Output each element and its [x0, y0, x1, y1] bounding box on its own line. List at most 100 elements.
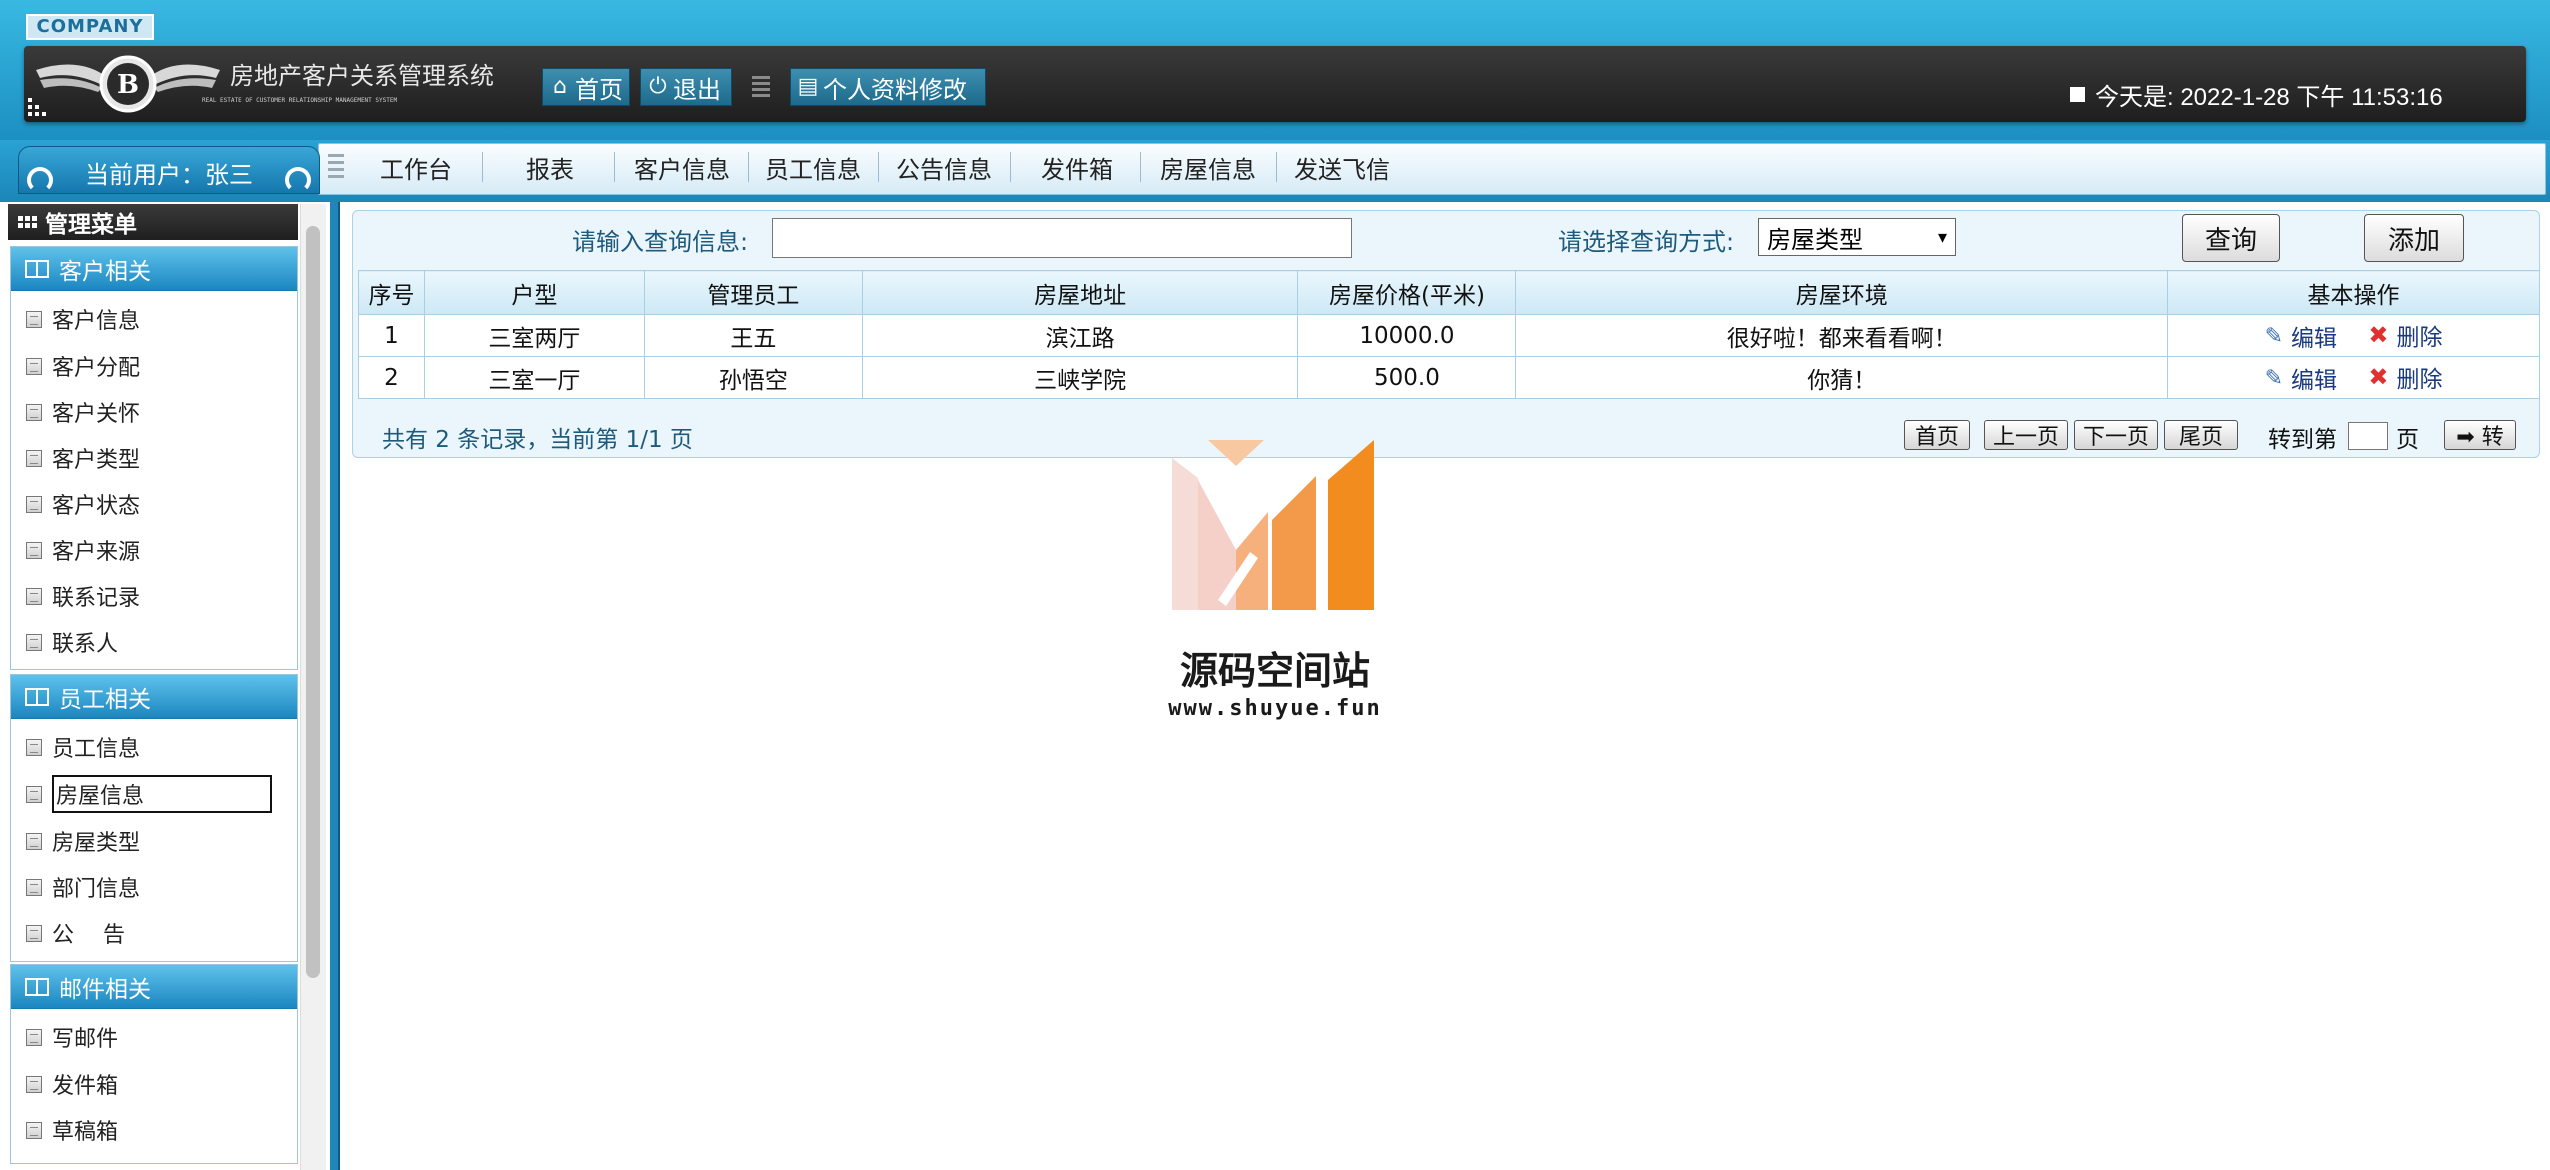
delete-link[interactable]: ✖ 删除	[2368, 360, 2442, 394]
pencil-icon: ✎	[2264, 365, 2284, 391]
sidebar-item-outbox[interactable]: 发件箱	[26, 1067, 118, 1101]
separator-grip-icon	[752, 76, 770, 97]
nav-item-announcements[interactable]: 公告信息	[892, 150, 996, 186]
delete-link[interactable]: ✖ 删除	[2368, 318, 2442, 352]
table-cell: 你猜！	[1515, 356, 2169, 399]
nav-item-employees[interactable]: 员工信息	[762, 150, 864, 186]
menu-grid-icon	[18, 216, 37, 228]
sidebar-item-customer-assign[interactable]: 客户分配	[26, 349, 140, 383]
edit-link[interactable]: ✎ 编辑	[2265, 361, 2337, 395]
sidebar-item-department-info[interactable]: 部门信息	[26, 870, 140, 904]
query-mode-select[interactable]: 房屋类型 ▾	[1758, 218, 1956, 256]
power-icon: ⏻	[649, 74, 667, 99]
document-icon: ▤	[797, 74, 819, 99]
house-table: 序号 户型 管理员工 房屋地址 房屋价格(平米) 房屋环境 基本操作 1 三室两…	[358, 270, 2540, 399]
nav-separator	[878, 152, 879, 182]
profile-edit-label: 个人资料修改	[823, 75, 967, 104]
current-user-label: 当前用户：张三	[85, 161, 253, 189]
go-button[interactable]: ➡ 转	[2444, 420, 2516, 450]
nav-separator	[1276, 152, 1277, 182]
nav-item-customers[interactable]: 客户信息	[630, 150, 734, 186]
sidebar-item-contacts[interactable]: 联系人	[26, 625, 118, 659]
book-icon	[25, 687, 49, 706]
logout-button[interactable]: ⏻ 退出	[640, 68, 732, 106]
sidebar-item-write-mail[interactable]: 写邮件	[26, 1020, 118, 1054]
date-display: 今天是: 2022-1-28 下午 11:53:16	[2070, 77, 2443, 112]
nav-item-houses[interactable]: 房屋信息	[1156, 150, 1260, 186]
next-page-button[interactable]: 下一页	[2074, 420, 2158, 450]
query-button[interactable]: 查询	[2182, 214, 2280, 262]
column-header: 房屋地址	[861, 270, 1299, 315]
sidebar-scroll-thumb[interactable]	[306, 226, 320, 978]
page-icon	[26, 738, 42, 756]
sidebar-item-house-info[interactable]: 房屋信息	[26, 775, 272, 813]
home-icon: ⌂	[553, 74, 567, 99]
column-header: 序号	[358, 270, 425, 315]
table-row: 1 三室两厅 王五 滨江路 10000.0 很好啦！都来看看啊！ ✎ 编辑 ✖ 删除	[358, 314, 2540, 357]
nav-item-outbox[interactable]: 发件箱	[1036, 150, 1118, 186]
table-header-row: 序号 户型 管理员工 房屋地址 房屋价格(平米) 房屋环境 基本操作	[358, 270, 2540, 315]
nav-item-reports[interactable]: 报表	[512, 150, 588, 186]
add-button[interactable]: 添加	[2364, 214, 2464, 262]
sidebar-item-drafts[interactable]: 草稿箱	[26, 1113, 118, 1147]
page-icon	[26, 785, 42, 803]
profile-edit-button[interactable]: ▤ 个人资料修改	[790, 68, 986, 106]
sidebar-item-employee-info[interactable]: 员工信息	[26, 730, 140, 764]
table-cell: 10000.0	[1297, 314, 1517, 357]
home-button[interactable]: ⌂ 首页	[542, 68, 630, 106]
nav-item-fetion[interactable]: 发送飞信	[1290, 150, 1394, 186]
system-subtitle: REAL ESTATE OF CUSTOMER RELATIONSHIP MAN…	[202, 97, 398, 104]
page-number-input[interactable]	[2348, 422, 2388, 450]
page-icon	[26, 1075, 42, 1093]
menu-title-label: 管理菜单	[45, 212, 137, 238]
sidebar-item-announcement[interactable]: 公 告	[26, 916, 125, 950]
last-page-button[interactable]: 尾页	[2164, 420, 2238, 450]
section-header-mail[interactable]: 邮件相关	[11, 965, 297, 1009]
sidebar-item-contact-records[interactable]: 联系记录	[26, 579, 140, 613]
search-label: 请输入查询信息:	[572, 228, 749, 256]
first-page-button[interactable]: 首页	[1904, 420, 1970, 450]
table-cell: 孙悟空	[643, 356, 863, 399]
goto-label: 转到第	[2268, 427, 2337, 453]
nav-item-workbench[interactable]: 工作台	[372, 150, 460, 186]
column-header: 房屋环境	[1515, 270, 2169, 315]
book-icon	[25, 259, 49, 278]
pencil-icon: ✎	[2264, 323, 2284, 349]
corner-dots-icon	[28, 98, 46, 116]
records-summary: 共有 2 条记录，当前第 1/1 页	[382, 427, 693, 453]
section-header-customers[interactable]: 客户相关	[11, 247, 297, 291]
section-header-employees[interactable]: 员工相关	[11, 675, 297, 719]
watermark-title: 源码空间站	[1179, 649, 1370, 693]
sidebar-item-customer-info[interactable]: 客户信息	[26, 302, 140, 336]
search-input[interactable]	[772, 218, 1352, 258]
page-icon	[26, 541, 42, 559]
table-actions: ✎ 编辑 ✖ 删除	[2167, 314, 2540, 357]
square-bullet-icon	[2070, 87, 2085, 102]
section-title: 客户相关	[59, 258, 151, 285]
page-icon	[26, 449, 42, 467]
date-text: 今天是: 2022-1-28 下午 11:53:16	[2095, 84, 2443, 111]
prev-page-button[interactable]: 上一页	[1984, 420, 2068, 450]
watermark-url: www.shuyue.fun	[1168, 696, 1382, 721]
sidebar-item-house-type[interactable]: 房屋类型	[26, 824, 140, 858]
page-icon	[26, 633, 42, 651]
sidebar-item-customer-source[interactable]: 客户来源	[26, 533, 140, 567]
system-title: 房地产客户关系管理系统	[230, 62, 494, 90]
sidebar-item-customer-status[interactable]: 客户状态	[26, 487, 140, 521]
table-cell: 2	[358, 356, 425, 399]
delete-x-icon: ✖	[2368, 362, 2389, 391]
edit-link[interactable]: ✎ 编辑	[2265, 319, 2337, 353]
table-cell: 500.0	[1297, 356, 1517, 399]
page-icon	[26, 495, 42, 513]
query-mode-label: 请选择查询方式:	[1558, 228, 1735, 256]
table-cell: 很好啦！都来看看啊！	[1515, 314, 2169, 357]
table-cell: 三室一厅	[423, 356, 645, 399]
nav-grip-icon	[328, 154, 344, 178]
nav-separator	[1010, 152, 1011, 182]
current-user-box: 当前用户：张三	[18, 146, 320, 194]
sidebar-item-customer-type[interactable]: 客户类型	[26, 441, 140, 475]
column-header: 房屋价格(平米)	[1297, 270, 1517, 315]
column-header: 管理员工	[643, 270, 863, 315]
sidebar-item-customer-care[interactable]: 客户关怀	[26, 395, 140, 429]
table-cell: 三室两厅	[423, 314, 645, 357]
